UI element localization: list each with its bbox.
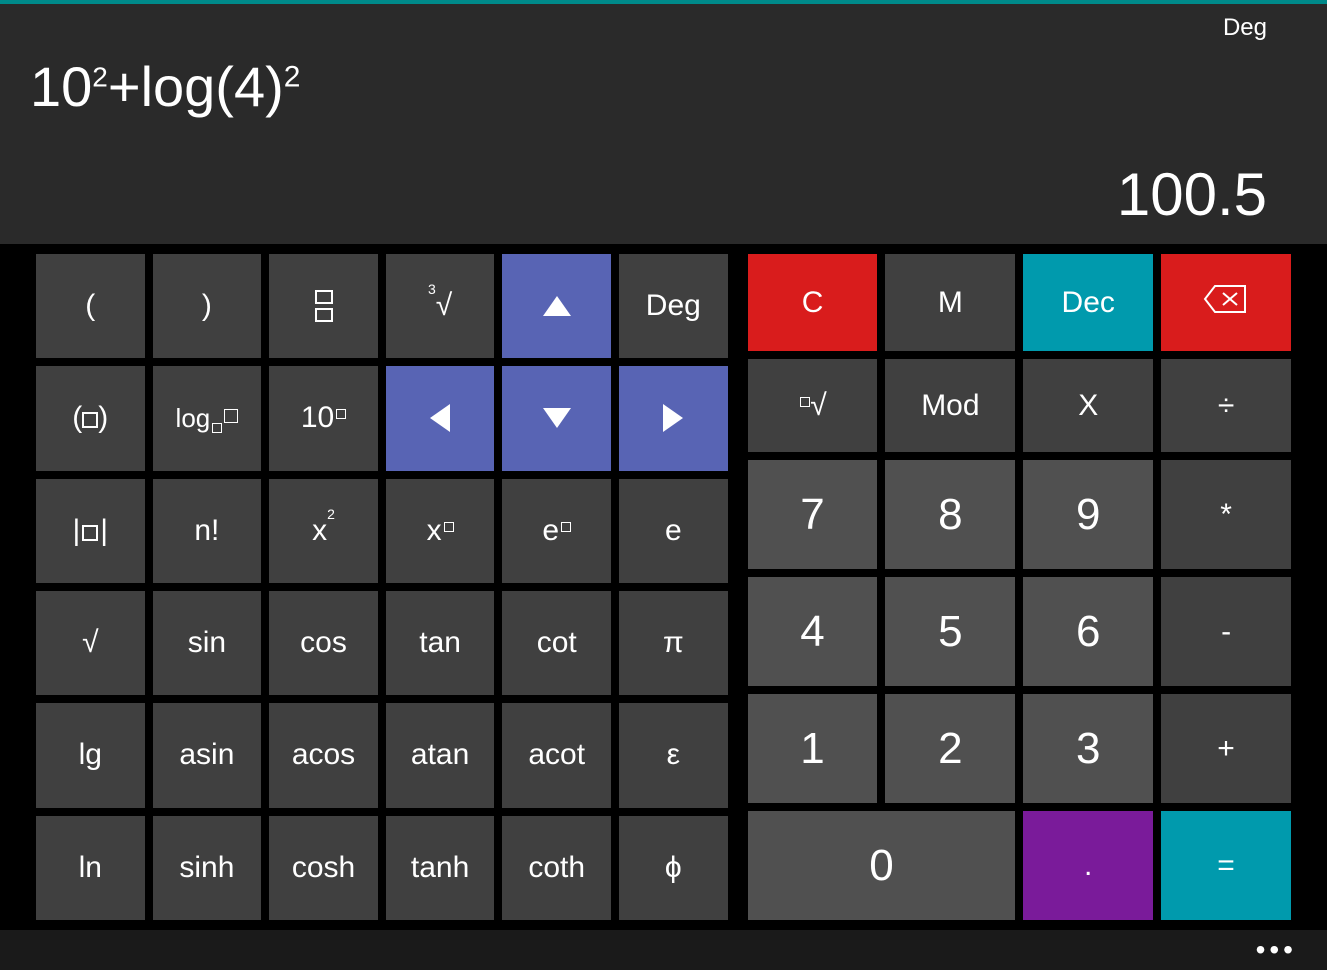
parens-placeholder-button[interactable]: () (36, 366, 145, 470)
arrow-down-icon (543, 408, 571, 428)
sqrt-button[interactable]: √ (36, 591, 145, 695)
phi-button[interactable]: ϕ (619, 816, 728, 920)
digit-4-button[interactable]: 4 (748, 577, 878, 686)
acos-button[interactable]: acos (269, 703, 378, 807)
acot-button[interactable]: acot (502, 703, 611, 807)
cosh-button[interactable]: cosh (269, 816, 378, 920)
sin-button[interactable]: sin (153, 591, 262, 695)
cot-button[interactable]: cot (502, 591, 611, 695)
digit-6-button[interactable]: 6 (1023, 577, 1153, 686)
x-var-button[interactable]: X (1023, 359, 1153, 452)
digit-8-button[interactable]: 8 (885, 460, 1015, 569)
digit-9-button[interactable]: 9 (1023, 460, 1153, 569)
arrow-right-button[interactable] (619, 366, 728, 470)
abs-button[interactable]: || (36, 479, 145, 583)
angle-mode-label: Deg (1223, 14, 1267, 42)
arrow-up-button[interactable] (502, 254, 611, 358)
backspace-icon (1203, 284, 1249, 322)
app-bar: ••• (0, 930, 1327, 970)
close-paren-button[interactable]: ) (153, 254, 262, 358)
numeric-keypad: CMDec √ ModX÷ 789* 456- 123+0.= (748, 254, 1291, 920)
result-text: 100.5 (1117, 160, 1267, 229)
e-const-button[interactable]: e (619, 479, 728, 583)
ten-power-icon: 10 (301, 401, 346, 435)
fraction-button[interactable] (269, 254, 378, 358)
arrow-up-icon (543, 296, 571, 316)
plus-button[interactable]: + (1161, 694, 1291, 803)
dec-mode-button[interactable]: Dec (1023, 254, 1153, 351)
x-power-icon: x (427, 514, 454, 548)
e-power-button[interactable]: e (502, 479, 611, 583)
digit-5-button[interactable]: 5 (885, 577, 1015, 686)
pi-button[interactable]: π (619, 591, 728, 695)
asin-button[interactable]: asin (153, 703, 262, 807)
log-base-icon: log (176, 403, 239, 434)
expression-text: 102+log(4)2 (30, 54, 1297, 119)
x-squared-icon: x2 (312, 514, 335, 548)
tan-button[interactable]: tan (386, 591, 495, 695)
atan-button[interactable]: atan (386, 703, 495, 807)
digit-1-button[interactable]: 1 (748, 694, 878, 803)
e-power-icon: e (542, 514, 571, 548)
fraction-icon (315, 290, 333, 322)
calculator-app: Deg 102+log(4)2 100.5 ()3√Deg()log10||n!… (0, 0, 1327, 970)
cube-root-icon: 3√ (428, 289, 452, 323)
arrow-left-button[interactable] (386, 366, 495, 470)
lg-button[interactable]: lg (36, 703, 145, 807)
digit-7-button[interactable]: 7 (748, 460, 878, 569)
memory-button[interactable]: M (885, 254, 1015, 351)
arrow-left-icon (430, 404, 450, 432)
log-base-button[interactable]: log (153, 366, 262, 470)
keypad: ()3√Deg()log10||n!x2xee√sincostancotπlga… (0, 244, 1327, 930)
divide-button[interactable]: ÷ (1161, 359, 1291, 452)
open-paren-button[interactable]: ( (36, 254, 145, 358)
paren-placeholder-icon: () (72, 401, 108, 435)
nth-root-button[interactable]: √ (748, 359, 878, 452)
cube-root-button[interactable]: 3√ (386, 254, 495, 358)
more-icon[interactable]: ••• (1256, 934, 1297, 966)
multiply-button[interactable]: * (1161, 460, 1291, 569)
ln-button[interactable]: ln (36, 816, 145, 920)
sinh-button[interactable]: sinh (153, 816, 262, 920)
minus-button[interactable]: - (1161, 577, 1291, 686)
tanh-button[interactable]: tanh (386, 816, 495, 920)
mod-button[interactable]: Mod (885, 359, 1015, 452)
abs-icon: || (73, 514, 109, 548)
deg-toggle-button[interactable]: Deg (619, 254, 728, 358)
square-button[interactable]: x2 (269, 479, 378, 583)
arrow-right-icon (663, 404, 683, 432)
backspace-button[interactable] (1161, 254, 1291, 351)
digit-3-button[interactable]: 3 (1023, 694, 1153, 803)
function-keypad: ()3√Deg()log10||n!x2xee√sincostancotπlga… (36, 254, 728, 920)
clear-button[interactable]: C (748, 254, 878, 351)
digit-2-button[interactable]: 2 (885, 694, 1015, 803)
ten-power-button[interactable]: 10 (269, 366, 378, 470)
nth-root-icon: √ (798, 389, 826, 423)
epsilon-button[interactable]: ε (619, 703, 728, 807)
display-area: Deg 102+log(4)2 100.5 (0, 4, 1327, 244)
cos-button[interactable]: cos (269, 591, 378, 695)
equals-button[interactable]: = (1161, 811, 1291, 920)
x-power-button[interactable]: x (386, 479, 495, 583)
coth-button[interactable]: coth (502, 816, 611, 920)
decimal-point-button[interactable]: . (1023, 811, 1153, 920)
digit-0-button[interactable]: 0 (748, 811, 1016, 920)
arrow-down-button[interactable] (502, 366, 611, 470)
factorial-button[interactable]: n! (153, 479, 262, 583)
